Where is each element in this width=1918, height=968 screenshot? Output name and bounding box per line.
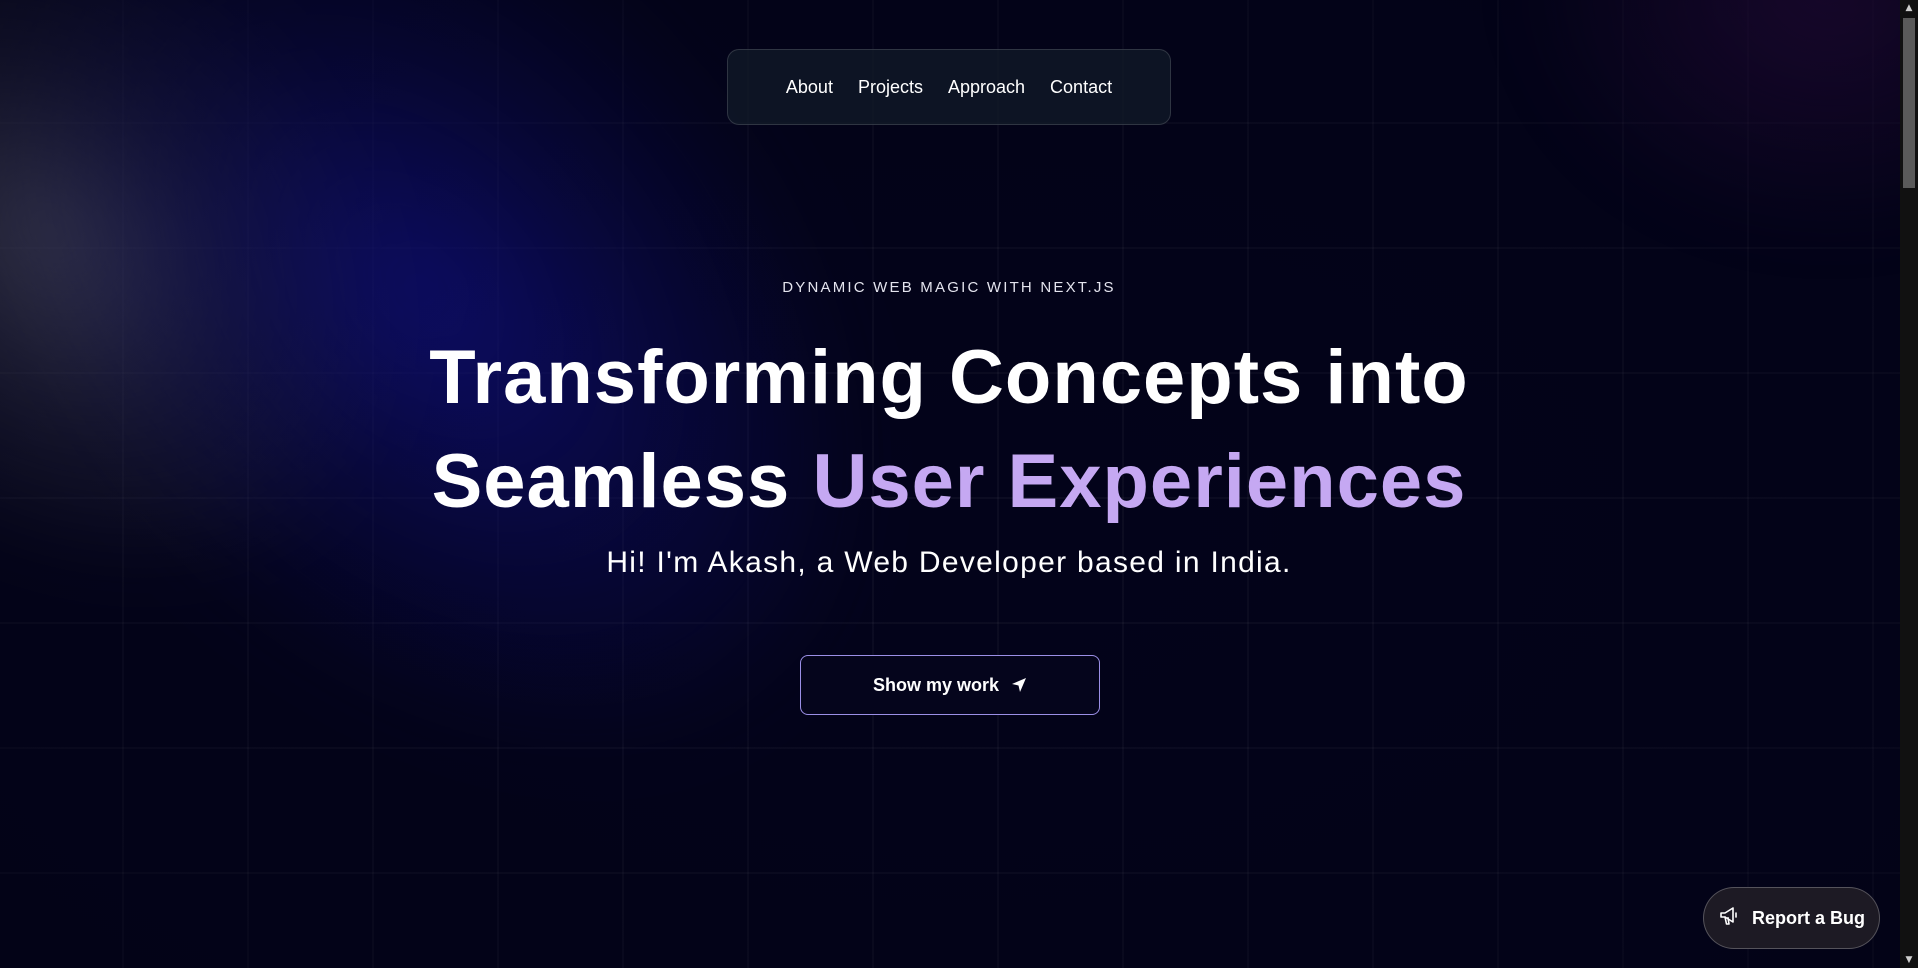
scrollbar-thumb[interactable] xyxy=(1903,18,1915,188)
headline-line-2: Seamless xyxy=(431,439,813,524)
nav-link-about[interactable]: About xyxy=(786,77,833,98)
page: About Projects Approach Contact DYNAMIC … xyxy=(0,0,1918,968)
hero-headline: Transforming Concepts into Seamless User… xyxy=(0,326,1898,534)
report-bug-label: Report a Bug xyxy=(1751,907,1865,928)
megaphone-icon xyxy=(1718,905,1740,932)
report-bug-button[interactable]: Report a Bug xyxy=(1703,887,1880,949)
hero-subtitle: Hi! I'm Akash, a Web Developer based in … xyxy=(606,546,1292,579)
floating-navbar: About Projects Approach Contact xyxy=(727,49,1171,125)
headline-accent: User Experiences xyxy=(812,439,1467,524)
hero-eyebrow: DYNAMIC WEB MAGIC WITH NEXT.JS xyxy=(782,279,1116,296)
nav-link-approach[interactable]: Approach xyxy=(948,77,1025,98)
location-arrow-icon xyxy=(1011,677,1027,693)
scroll-down-arrow-icon[interactable]: ▼ xyxy=(1900,952,1918,968)
nav-link-contact[interactable]: Contact xyxy=(1050,77,1112,98)
vertical-scrollbar[interactable]: ▲ ▼ xyxy=(1900,0,1918,968)
scroll-up-arrow-icon[interactable]: ▲ xyxy=(1900,0,1918,16)
headline-line-1: Transforming Concepts into xyxy=(429,335,1469,420)
show-my-work-button[interactable]: Show my work xyxy=(800,655,1100,715)
nav-link-projects[interactable]: Projects xyxy=(858,77,923,98)
cta-label: Show my work xyxy=(872,674,1000,695)
